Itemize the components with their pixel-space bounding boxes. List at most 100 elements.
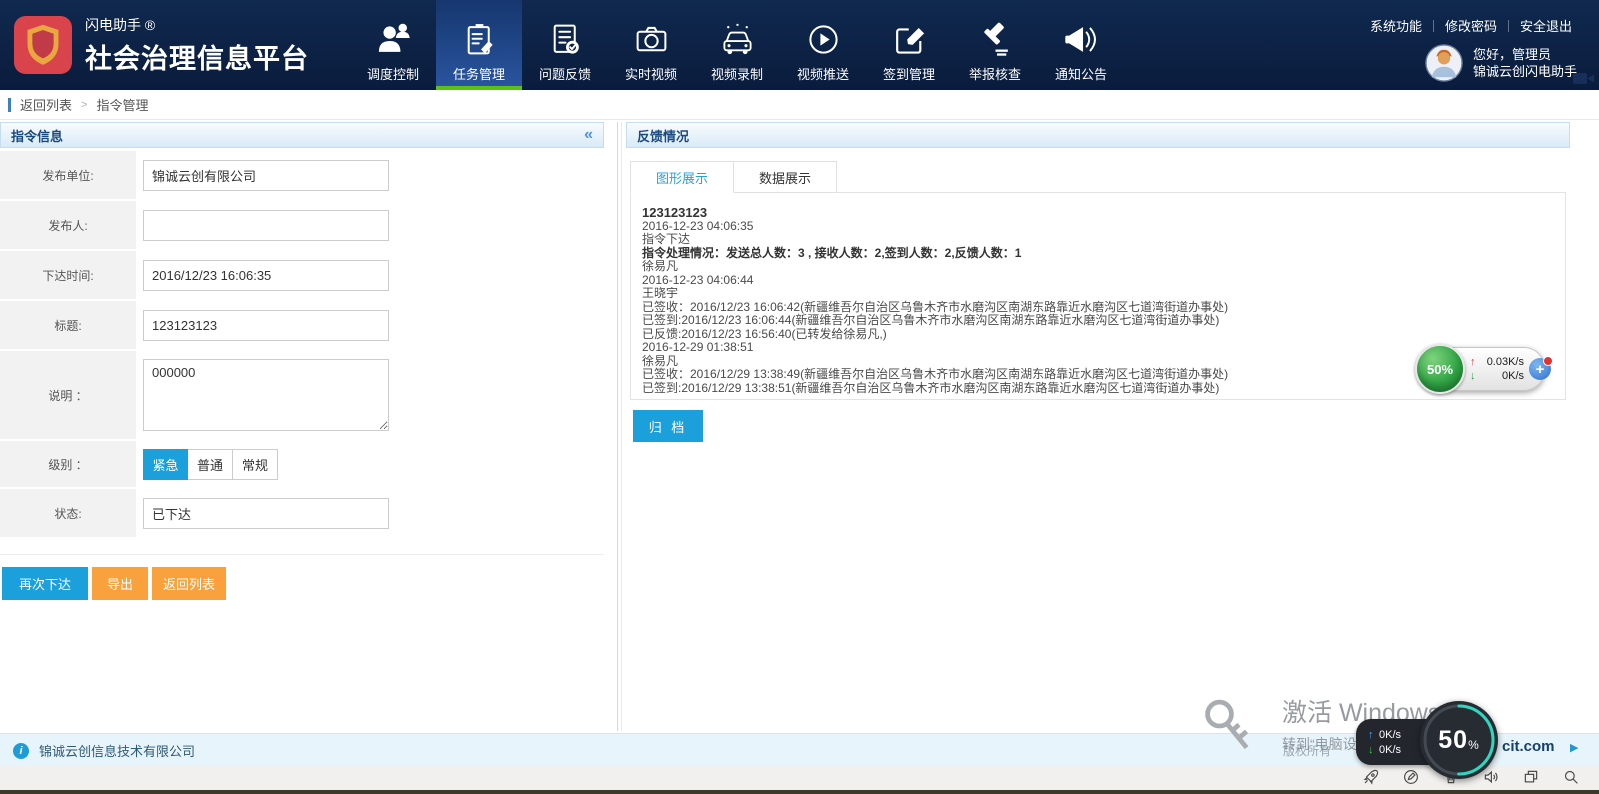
edit-circle-icon[interactable] (1402, 768, 1420, 786)
nav-item-dispatch-control[interactable]: 调度控制 (350, 0, 436, 90)
system-functions-link[interactable]: 系统功能 (1359, 16, 1433, 35)
level-option-normal[interactable]: 普通 (188, 449, 233, 480)
timeline-line: 2016-12-23 04:06:35 (642, 220, 1555, 234)
footer-arrow-icon[interactable]: ▶ (1570, 741, 1578, 754)
nav-item-report-check[interactable]: 举报核查 (952, 0, 1038, 90)
nav-label: 任务管理 (453, 64, 505, 83)
level-option-urgent[interactable]: 紧急 (143, 449, 188, 480)
percent-value: 50 (1438, 726, 1468, 755)
form-spacer-row (0, 539, 604, 555)
bottom-percent-ball[interactable]: 50% (1420, 701, 1498, 779)
timeline-line: 2016-12-29 01:38:51 (642, 341, 1555, 355)
feedback-panel-title: 反馈情况 (637, 126, 689, 145)
footer-company: 锦诚云创信息技术有限公司 (39, 741, 195, 760)
tab-data-view[interactable]: 数据展示 (734, 161, 837, 193)
timeline-line: 已签到:2016/12/29 13:38:51(新疆维吾尔自治区乌鲁木齐市水磨沟… (642, 382, 1555, 396)
percent-unit: % (1468, 738, 1480, 752)
publish-unit-input[interactable] (143, 160, 389, 191)
breadcrumb: 返回列表 > 指令管理 (0, 90, 1599, 120)
nav-label: 签到管理 (883, 64, 935, 83)
field-label: 级别 ： (0, 441, 136, 487)
archive-button[interactable]: 归 档 (633, 410, 703, 442)
instruction-panel-header: 指令信息 « (0, 122, 604, 148)
net-speed-ball[interactable]: 50% (1415, 344, 1465, 394)
reissue-button[interactable]: 再次下达 (2, 567, 88, 600)
play-circle-icon (805, 21, 842, 58)
top-links: 系统功能 修改密码 安全退出 (1359, 16, 1583, 35)
gavel-icon (977, 21, 1014, 58)
logout-link[interactable]: 安全退出 (1509, 16, 1583, 35)
form-row-publisher: 发布人: (0, 201, 604, 251)
nav-item-task-management[interactable]: 任务管理 (436, 0, 522, 90)
greeting-line1: 您好，管理员 (1473, 46, 1577, 63)
timeline-line: 指令处理情况：发送总人数：3 , 接收人数：2,签到人数：2,反馈人数：1 (642, 247, 1555, 261)
form-row-status: 状态: (0, 489, 604, 539)
app-logo-shield-icon (14, 16, 72, 74)
feedback-panel-header: 反馈情况 (626, 122, 1570, 148)
export-button[interactable]: 导出 (92, 567, 148, 600)
upload-arrow-icon: ↑ (1368, 729, 1379, 741)
task-clipboard-icon (461, 21, 498, 58)
nav-item-video-record[interactable]: 视频录制 (694, 0, 780, 90)
window-restore-icon[interactable] (1522, 768, 1540, 786)
platform-title: 社会治理信息平台 (85, 37, 309, 76)
net-speeds: ↑ 0.03K/s ↓ 0K/s (1470, 355, 1524, 383)
field-label: 下达时间: (0, 251, 136, 299)
screen: 闪电助手 ® 社会治理信息平台 调度控制 (0, 0, 1599, 794)
download-arrow-icon: ↓ (1470, 369, 1480, 383)
title-block: 闪电助手 ® 社会治理信息平台 (85, 15, 309, 76)
form-row-description: 说明 ： 000000 (0, 351, 604, 441)
megaphone-icon (1063, 21, 1100, 58)
nav-item-issue-feedback[interactable]: 问题反馈 (522, 0, 608, 90)
bottom-toolbar-strip (0, 766, 1599, 790)
change-password-link[interactable]: 修改密码 (1434, 16, 1508, 35)
rocket-icon[interactable] (1362, 768, 1380, 786)
camera-overlay-icon (1573, 71, 1595, 86)
breadcrumb-current: 指令管理 (96, 95, 148, 114)
instruction-form: 发布单位: 发布人: 下达时间: 标题: 说明 ： 000000 (0, 151, 604, 555)
status-input[interactable] (143, 498, 389, 529)
greeting: 您好，管理员 锦诚云创闪电助手 (1473, 46, 1577, 80)
nav-item-notice[interactable]: 通知公告 (1038, 0, 1124, 90)
info-icon: i (13, 743, 29, 759)
bottom-upload-speed: 0K/s (1379, 729, 1401, 741)
instruction-panel: 指令信息 « 发布单位: 发布人: 下达时间: 标题: (0, 122, 604, 600)
publisher-input[interactable] (143, 210, 389, 241)
level-option-regular[interactable]: 常规 (233, 449, 278, 480)
greeting-line2: 锦诚云创闪电助手 (1473, 63, 1577, 80)
breadcrumb-back-link[interactable]: 返回列表 (20, 95, 72, 114)
panel-divider (617, 122, 618, 731)
form-row-title: 标题: (0, 301, 604, 351)
user-info[interactable]: 您好，管理员 锦诚云创闪电助手 (1425, 44, 1583, 82)
upload-speed: 0.03K/s (1480, 355, 1524, 369)
instruction-panel-title: 指令信息 (11, 126, 63, 145)
main-content: 指令信息 « 发布单位: 发布人: 下达时间: 标题: (0, 120, 1599, 731)
field-label: 发布人: (0, 201, 136, 249)
download-speed: 0K/s (1480, 369, 1524, 383)
issue-time-input[interactable] (143, 260, 389, 291)
taskbar-edge (0, 790, 1599, 794)
form-row-issue-time: 下达时间: (0, 251, 604, 301)
title-input[interactable] (143, 310, 389, 341)
form-row-publish-unit: 发布单位: (0, 151, 604, 201)
feedback-tabs: 图形展示 数据展示 (630, 161, 1570, 192)
instruction-actions: 再次下达 导出 返回列表 (0, 567, 604, 600)
footer-domain-link[interactable]: cit.com (1502, 738, 1555, 755)
net-widget-plus-button[interactable]: + (1529, 358, 1551, 380)
logo-area: 闪电助手 ® 社会治理信息平台 (0, 0, 350, 90)
nav-label: 实时视频 (625, 64, 677, 83)
tab-graph-view[interactable]: 图形展示 (630, 161, 734, 193)
main-nav: 调度控制 任务管理 问题反馈 (350, 0, 1124, 90)
dispatch-people-icon (375, 21, 412, 58)
timeline-line: 徐易凡 (642, 260, 1555, 274)
collapse-panel-icon[interactable]: « (584, 127, 593, 143)
panel-divider (621, 122, 622, 731)
nav-item-video-push[interactable]: 视频推送 (780, 0, 866, 90)
key-icon (1200, 697, 1252, 755)
nav-item-checkin-management[interactable]: 签到管理 (866, 0, 952, 90)
camera-icon (633, 21, 670, 58)
nav-item-live-video[interactable]: 实时视频 (608, 0, 694, 90)
description-textarea[interactable]: 000000 (143, 359, 389, 431)
search-icon[interactable] (1562, 768, 1580, 786)
back-to-list-button[interactable]: 返回列表 (152, 567, 226, 600)
